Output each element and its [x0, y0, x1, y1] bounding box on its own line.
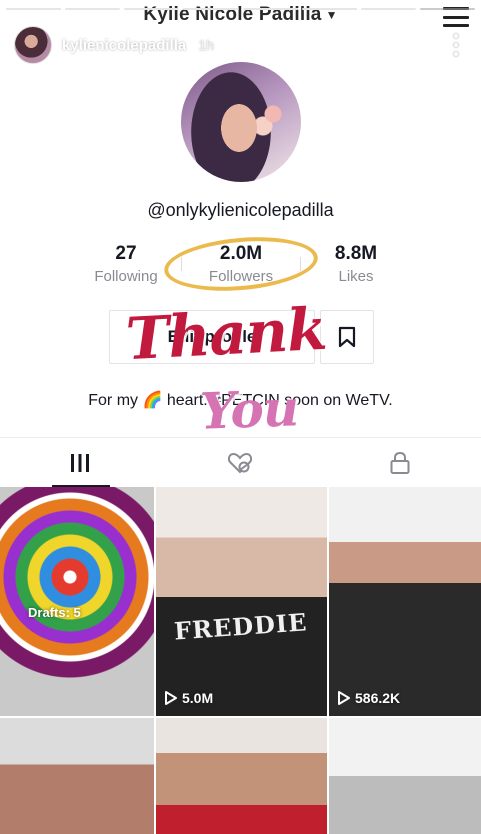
story-progress-segment: [419, 8, 475, 10]
video-thumbnail[interactable]: [156, 718, 327, 834]
play-icon: [165, 691, 177, 705]
chevron-down-icon: ▼: [325, 8, 338, 22]
story-username[interactable]: kylienicolepadilla: [62, 37, 186, 54]
profile-tabs: [0, 437, 481, 487]
tab-private[interactable]: [320, 438, 480, 488]
video-thumbnail[interactable]: 586.2K: [329, 487, 481, 716]
you-sticker: You: [199, 378, 300, 441]
video-thumbnail[interactable]: [0, 718, 154, 834]
grid-icon: [71, 454, 89, 472]
view-count: 586.2K: [337, 690, 400, 706]
story-progress-segment: [65, 8, 121, 10]
view-count-text: 586.2K: [355, 690, 401, 706]
video-thumbnail[interactable]: FREDDIE 5.0M: [156, 487, 327, 716]
video-grid: Drafts: 5 FREDDIE 5.0M 586.2K: [0, 487, 481, 834]
hamburger-menu-icon[interactable]: [443, 7, 469, 27]
shirt-text: FREDDIE: [173, 607, 309, 646]
story-progress-segment: [6, 8, 62, 10]
video-thumbnail[interactable]: [329, 718, 481, 834]
story-user-row: kylienicolepadilla 1h: [14, 26, 214, 64]
play-icon: [338, 691, 350, 705]
view-count-text: 5.0M: [182, 690, 214, 706]
thank-sticker: Thank: [124, 294, 328, 374]
story-progress-segment: [301, 8, 357, 10]
profile-handle: @onlykylienicolepadilla: [147, 200, 334, 220]
bookmark-icon: [338, 326, 356, 348]
tab-liked[interactable]: [160, 438, 320, 488]
lock-icon: [390, 451, 410, 474]
view-count: 5.0M: [164, 690, 213, 706]
video-thumbnail-drafts[interactable]: Drafts: 5: [0, 487, 154, 716]
bookmark-button[interactable]: [320, 310, 374, 364]
story-timestamp: 1h: [198, 37, 214, 53]
stat-label: Likes: [338, 268, 374, 285]
story-progress-segment: [183, 8, 239, 10]
profile-avatar[interactable]: [181, 62, 301, 182]
hidden-heart-icon: [227, 452, 253, 474]
story-avatar[interactable]: [14, 26, 52, 64]
drafts-label: Drafts: 5: [28, 605, 81, 620]
more-options-icon[interactable]: [453, 34, 459, 56]
story-progress-segment: [360, 8, 416, 10]
story-progress-segment: [242, 8, 298, 10]
story-progress-bars: [6, 8, 475, 10]
tab-videos[interactable]: [0, 438, 160, 488]
story-progress-segment: [124, 8, 180, 10]
